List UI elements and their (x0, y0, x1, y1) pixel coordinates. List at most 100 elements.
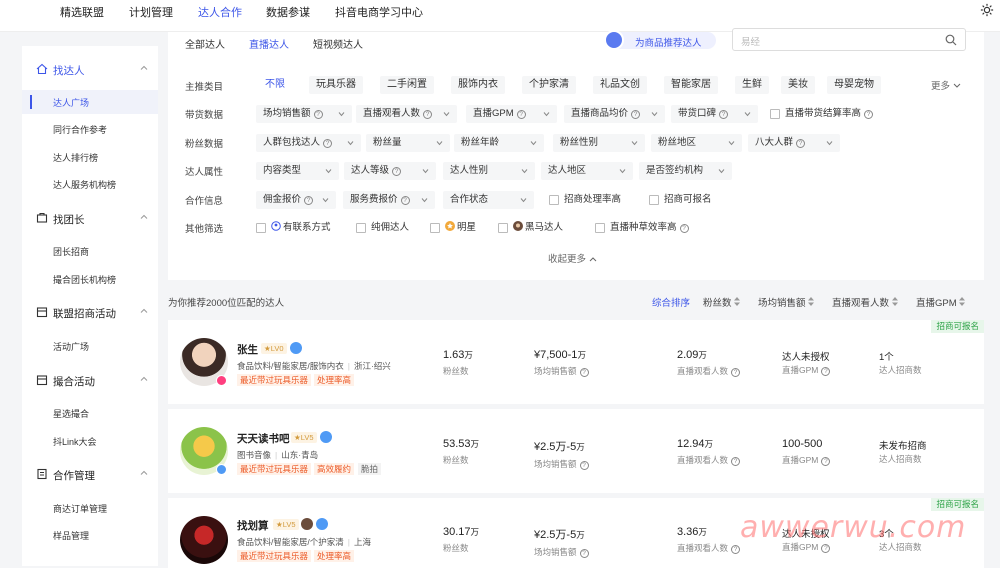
eight-crowds-dropdown[interactable]: 八大人群? (748, 134, 840, 152)
more-categories-button[interactable]: 更多 (931, 78, 961, 92)
signed-agency-dropdown[interactable]: 是否签约机构 (639, 162, 732, 180)
nav-item-learning-center[interactable]: 抖音电商学习中心 (335, 4, 423, 20)
can-register-checkbox[interactable]: 招商可报名 (649, 193, 712, 207)
creator-card[interactable]: 天天读书吧 ★LV5 图书音像 | 山东·青岛 最近带过玩具乐器 高效履约 脆拍 5… (168, 409, 984, 493)
sidebar-item-sample-management[interactable]: 样品管理 (22, 523, 158, 547)
tab-live-creators[interactable]: 直播达人 (249, 36, 289, 51)
high-process-rate-checkbox[interactable]: 招商处理率高 (549, 193, 621, 207)
result-summary: 为你推荐2000位匹配的达人 (168, 298, 285, 309)
help-icon: ? (719, 110, 729, 119)
sidebar-item-activity-square[interactable]: 活动广场 (22, 334, 158, 358)
tab-short-video-creators[interactable]: 短视频达人 (313, 36, 363, 51)
tab-all-creators[interactable]: 全部达人 (185, 36, 225, 51)
crowd-pack-dropdown[interactable]: 人群包找达人? (256, 134, 361, 152)
sidebar-item-creator-square[interactable]: 达人广场 (22, 90, 158, 114)
sidebar-section-find-creators[interactable]: 找达人 (22, 59, 158, 81)
creator-gender-dropdown[interactable]: 达人性别 (443, 162, 535, 180)
category-option[interactable]: 服饰内衣 (451, 76, 505, 94)
chevron-down-icon (728, 141, 735, 146)
category-option[interactable]: 生鲜 (735, 76, 769, 94)
creator-name[interactable]: 天天读书吧 (237, 431, 290, 446)
category-option[interactable]: 美妆 (781, 76, 815, 94)
gear-icon[interactable] (980, 3, 994, 17)
category-option[interactable]: 个护家清 (522, 76, 576, 94)
recommend-creators-button[interactable]: 为商品推荐达人 (604, 30, 716, 50)
viewers-metric: 3.36万 直播观看人数? (677, 526, 741, 554)
sidebar-item-leader-recruit[interactable]: 团长招商 (22, 239, 158, 263)
coop-status-dropdown[interactable]: 合作状态 (443, 191, 534, 209)
dark-horse-icon (301, 518, 313, 530)
reputation-dropdown[interactable]: 带货口碑? (671, 105, 758, 123)
fans-count-dropdown[interactable]: 粉丝量 (366, 134, 450, 152)
viewers-value: 12.94 (677, 438, 705, 450)
sidebar-item-leader-agency-ranking[interactable]: 撮合团长机构榜 (22, 267, 158, 291)
recent-category-pill: 最近带过玩具乐器 (237, 550, 312, 562)
sidebar-item-order-management[interactable]: 商达订单管理 (22, 496, 158, 520)
avg-sales-dropdown[interactable]: 场均销售额? (256, 105, 352, 123)
sort-avg-sales[interactable]: 场均销售额 (758, 295, 815, 309)
gpm-metric: 100-500 直播GPM? (782, 438, 831, 466)
category-option[interactable]: 玩具乐器 (309, 76, 363, 94)
viewers-label: 直播观看人数? (677, 542, 741, 554)
dropdown-label: 八大人群 (755, 137, 794, 148)
sidebar-section-alliance-activities[interactable]: 联盟招商活动 (22, 302, 158, 324)
nav-item-creator-cooperation[interactable]: 达人合作 (198, 4, 242, 20)
commission-only-checkbox[interactable]: 纯佣达人 (356, 221, 409, 235)
avg-price-dropdown[interactable]: 直播商品均价? (564, 105, 665, 123)
help-icon: ? (313, 110, 323, 119)
sort-fans[interactable]: 粉丝数 (703, 295, 741, 309)
sidebar-section-find-leaders[interactable]: 找团长 (22, 208, 158, 230)
dropdown-label: 是否签约机构 (646, 165, 704, 176)
category-option[interactable]: 智能家居 (664, 76, 718, 94)
fans-region-dropdown[interactable]: 粉丝地区 (651, 134, 742, 152)
category-tags: 图书音像 (237, 450, 272, 460)
fans-age-dropdown[interactable]: 粉丝年龄 (454, 134, 544, 152)
category-option[interactable]: 二手闲置 (380, 76, 434, 94)
sort-live-gpm[interactable]: 直播GPM (916, 295, 966, 309)
sidebar-item-peer-reference[interactable]: 同行合作参考 (22, 117, 158, 141)
help-icon: ? (631, 110, 641, 119)
collapse-more-button[interactable]: 收起更多 (548, 251, 597, 265)
sidebar-item-douLink[interactable]: 抖Link大会 (22, 429, 158, 453)
sidebar-section-coop-management[interactable]: 合作管理 (22, 464, 158, 486)
fans-label: 粉丝数 (443, 543, 469, 553)
dropdown-label: 带货口碑 (678, 108, 717, 119)
live-gpm-dropdown[interactable]: 直播GPM? (466, 105, 557, 123)
creator-card[interactable]: 张生 ★LV0 食品饮料/智能家居/服饰内衣 | 浙江·绍兴 最近带过玩具乐器 处理… (168, 320, 984, 404)
category-option[interactable]: 礼品文创 (593, 76, 647, 94)
creator-name[interactable]: 张生 (237, 342, 258, 357)
sidebar-item-label: 活动广场 (53, 342, 90, 352)
category-option[interactable]: 不限 (258, 76, 292, 94)
sidebar-item-creator-ranking[interactable]: 达人排行榜 (22, 145, 158, 169)
creator-name[interactable]: 找划算 (237, 518, 269, 533)
sidebar-item-star-match[interactable]: 星选撮合 (22, 401, 158, 425)
creator-region-dropdown[interactable]: 达人地区 (541, 162, 633, 180)
search-input[interactable]: 易经 (732, 28, 966, 51)
has-contact-checkbox[interactable]: 有联系方式 (256, 221, 331, 235)
chevron-down-icon (521, 169, 528, 174)
list-header: 为你推荐2000位匹配的达人 综合排序 粉丝数 场均销售额 直播观看人数 直播G… (168, 292, 984, 312)
commission-quote-dropdown[interactable]: 佣金报价? (256, 191, 336, 209)
fans-gender-dropdown[interactable]: 粉丝性别 (553, 134, 645, 152)
seeding-efficiency-checkbox[interactable]: 直播种草效率高? (595, 221, 689, 235)
dark-horse-checkbox[interactable]: 黑马达人 (498, 221, 563, 235)
sort-live-viewers[interactable]: 直播观看人数 (832, 295, 898, 309)
creator-level-dropdown[interactable]: 达人等级? (344, 162, 436, 180)
category-option[interactable]: 母婴宠物 (827, 76, 881, 94)
nav-item-data-advisor[interactable]: 数据参谋 (266, 4, 310, 20)
sidebar-item-label: 达人服务机构榜 (53, 180, 117, 190)
nav-item-selection-alliance[interactable]: 精选联盟 (60, 4, 104, 20)
live-viewers-dropdown[interactable]: 直播观看人数? (356, 105, 457, 123)
content-type-dropdown[interactable]: 内容类型 (256, 162, 339, 180)
service-fee-dropdown[interactable]: 服务费报价? (343, 191, 435, 209)
sidebar-item-agency-ranking[interactable]: 达人服务机构榜 (22, 172, 158, 196)
contact-icon (271, 221, 281, 231)
sort-comprehensive[interactable]: 综合排序 (652, 295, 690, 309)
settlement-rate-checkbox[interactable]: 直播带货结算率高? (770, 107, 874, 121)
nav-item-plan-management[interactable]: 计划管理 (129, 4, 173, 20)
search-icon[interactable] (945, 34, 957, 46)
chevron-down-icon (443, 112, 450, 117)
sidebar-section-matchmaking[interactable]: 撮合活动 (22, 370, 158, 392)
celebrity-checkbox[interactable]: 明星 (430, 221, 476, 235)
dropdown-label: 粉丝地区 (658, 137, 697, 148)
